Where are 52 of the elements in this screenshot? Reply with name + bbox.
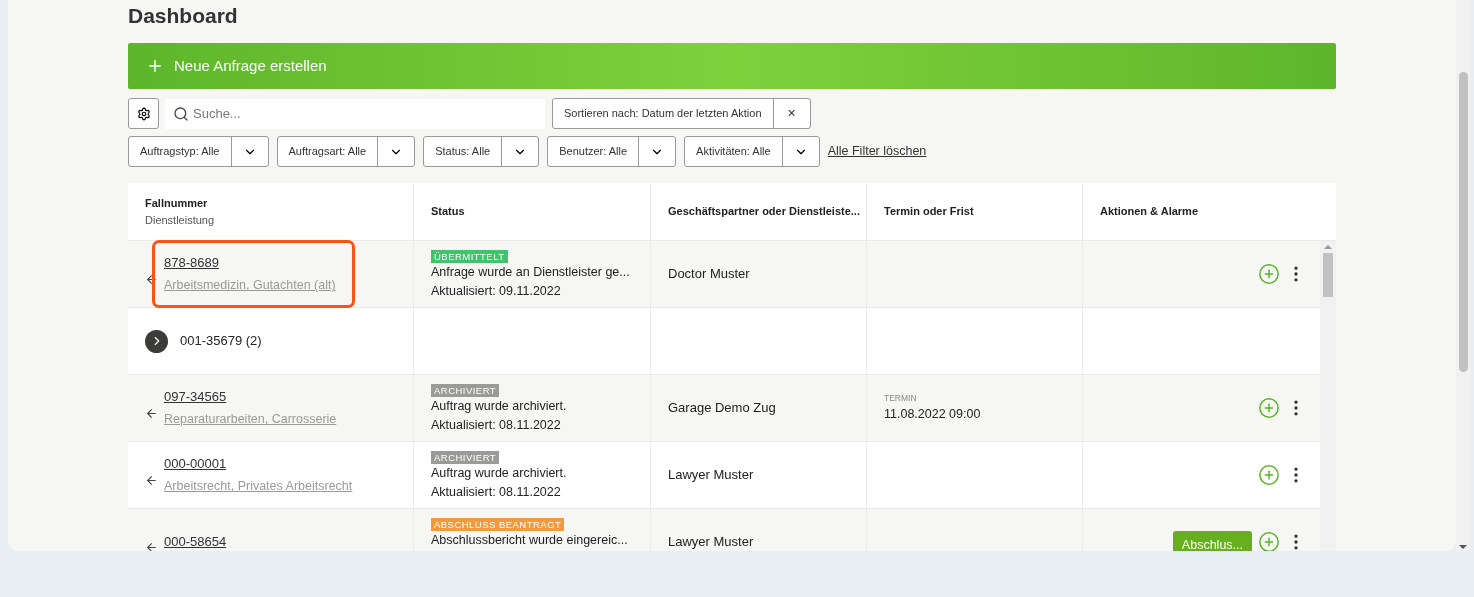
add-circle-icon[interactable]: [1258, 464, 1280, 486]
arrow-left-icon: [145, 473, 158, 487]
table-row[interactable]: 001-35679 (2): [128, 308, 1320, 375]
status-badge: ÜBERMITTELT: [431, 250, 508, 263]
clear-sort-button[interactable]: ×: [773, 99, 810, 128]
plus-icon: [146, 57, 164, 75]
partner-name: Garage Demo Zug: [668, 399, 776, 418]
page-title: Dashboard: [128, 3, 239, 29]
search-field[interactable]: Suche...: [165, 98, 545, 129]
status-message: Anfrage wurde an Dienstleister ge...: [431, 264, 630, 281]
column-header: Status: [431, 204, 466, 220]
arrow-left-icon: [145, 406, 158, 420]
updated-date: Aktualisiert: 08.11.2022: [431, 416, 561, 434]
scrollbar[interactable]: [1320, 241, 1336, 551]
column-subheader: Dienstleistung: [145, 212, 216, 228]
partner-name: Lawyer Muster: [668, 533, 754, 551]
status-message: Auftrag wurde archiviert.: [431, 465, 567, 482]
case-number-link[interactable]: 000-58654: [164, 532, 227, 551]
case-number-link[interactable]: 000-00001: [164, 453, 353, 474]
updated-date: Aktualisiert: 09.11.2022: [431, 282, 561, 300]
deadline-date: 11.08.2022 09:00: [884, 406, 981, 423]
updated-date: Aktualisiert: 08.11.2022: [431, 483, 561, 501]
partner-name: Lawyer Muster: [668, 466, 754, 485]
deadline-label: TERMIN: [884, 392, 918, 405]
status-message: Abschlussbericht wurde eingereic...: [431, 532, 628, 549]
filter-dropdown[interactable]: Benutzer: Alle: [547, 136, 677, 167]
partner-name: Doctor Muster: [668, 265, 750, 284]
arrow-left-icon: [145, 540, 158, 551]
filter-dropdown[interactable]: Auftragsart: Alle: [276, 136, 416, 167]
filter-dropdown[interactable]: Aktivitäten: Alle: [684, 136, 820, 167]
status-badge: ABSCHLUSS BEANTRAGT: [431, 518, 565, 531]
column-header: Fallnummer: [145, 196, 209, 211]
column-header: Geschäftspartner oder Dienstleiste...: [668, 204, 861, 220]
filter-dropdown[interactable]: Status: Alle: [423, 136, 540, 167]
expand-icon[interactable]: [145, 329, 168, 353]
column-header: Termin oder Frist: [884, 204, 975, 220]
settings-icon: [136, 106, 151, 121]
status-badge: ARCHIVIERT: [431, 384, 500, 397]
settings-button[interactable]: [128, 98, 159, 129]
case-number-link[interactable]: 097-34565: [164, 386, 337, 407]
clear-filters-link[interactable]: Alle Filter löschen: [827, 142, 927, 161]
status-message: Auftrag wurde archiviert.: [431, 398, 567, 415]
page-scrollbar[interactable]: [1456, 0, 1470, 551]
search-icon: [173, 105, 189, 122]
case-number-link[interactable]: 878-8689: [164, 252, 336, 273]
arrow-left-icon: [145, 272, 158, 286]
status-badge: ARCHIVIERT: [431, 451, 500, 464]
sort-control[interactable]: Sortieren nach: Datum der letzten Aktion ×: [552, 98, 811, 129]
column-header: Aktionen & Alarme: [1100, 204, 1199, 220]
group-number: 001-35679 (2): [180, 332, 262, 351]
search-input[interactable]: Suche...: [193, 103, 369, 124]
filter-dropdown[interactable]: Auftragstyp: Alle: [128, 136, 269, 167]
